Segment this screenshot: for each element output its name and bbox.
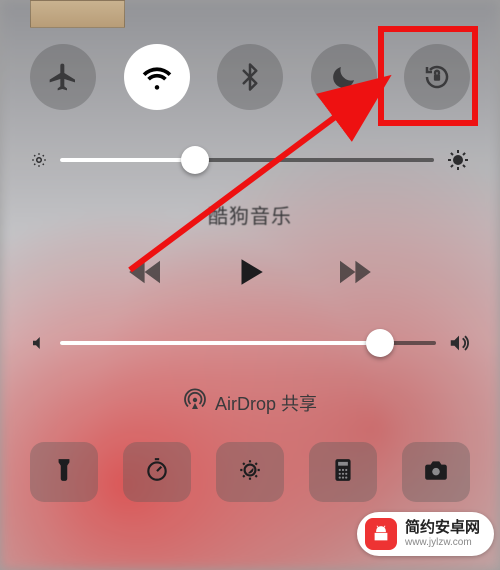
- media-controls: [0, 255, 500, 294]
- flashlight-button[interactable]: [30, 442, 98, 502]
- watermark-title: 简约安卓网: [405, 520, 480, 537]
- do-not-disturb-toggle[interactable]: [311, 44, 377, 110]
- rewind-icon: [129, 258, 163, 291]
- brightness-high-icon: [446, 148, 470, 172]
- airdrop-label: AirDrop 共享: [215, 390, 317, 416]
- play-icon: [233, 255, 267, 294]
- airdrop-icon: [183, 388, 207, 417]
- calculator-button[interactable]: [309, 442, 377, 502]
- volume-high-icon: [448, 332, 470, 354]
- wifi-toggle[interactable]: [124, 44, 190, 110]
- bluetooth-toggle[interactable]: [217, 44, 283, 110]
- watermark-badge: 简约安卓网 www.jylzw.com: [357, 512, 494, 556]
- toggle-row: [30, 44, 470, 110]
- night-shift-button[interactable]: [216, 442, 284, 502]
- timer-button[interactable]: [123, 442, 191, 502]
- moon-icon: [329, 62, 359, 92]
- watermark-logo: [365, 518, 397, 550]
- next-track-button[interactable]: [337, 258, 371, 291]
- play-button[interactable]: [233, 255, 267, 294]
- bluetooth-icon: [235, 62, 265, 92]
- camera-button[interactable]: [402, 442, 470, 502]
- wifi-icon: [142, 62, 172, 92]
- volume-low-icon: [30, 334, 48, 352]
- brightness-fill: [60, 158, 195, 162]
- volume-slider[interactable]: [30, 332, 470, 354]
- watermark-url: www.jylzw.com: [405, 537, 480, 548]
- volume-track[interactable]: [60, 341, 436, 345]
- forward-icon: [337, 258, 371, 291]
- previous-track-button[interactable]: [129, 258, 163, 291]
- timer-icon: [144, 457, 170, 488]
- brightness-slider[interactable]: [30, 148, 470, 172]
- brightness-thumb[interactable]: [181, 146, 209, 174]
- brightness-low-icon: [30, 151, 48, 169]
- airplane-icon: [47, 61, 79, 93]
- camera-icon: [423, 457, 449, 488]
- brightness-track[interactable]: [60, 158, 434, 162]
- airplane-mode-toggle[interactable]: [30, 44, 96, 110]
- control-center-panel: 酷狗音乐: [0, 0, 500, 570]
- volume-thumb[interactable]: [366, 329, 394, 357]
- orientation-lock-icon: [422, 62, 452, 92]
- night-shift-icon: [237, 457, 263, 488]
- orientation-lock-toggle[interactable]: [404, 44, 470, 110]
- volume-fill: [60, 341, 380, 345]
- airdrop-button[interactable]: AirDrop 共享: [0, 388, 500, 417]
- calculator-icon: [330, 457, 356, 488]
- now-playing-label: 酷狗音乐: [0, 200, 500, 229]
- shortcut-row: [30, 442, 470, 502]
- flashlight-icon: [51, 457, 77, 488]
